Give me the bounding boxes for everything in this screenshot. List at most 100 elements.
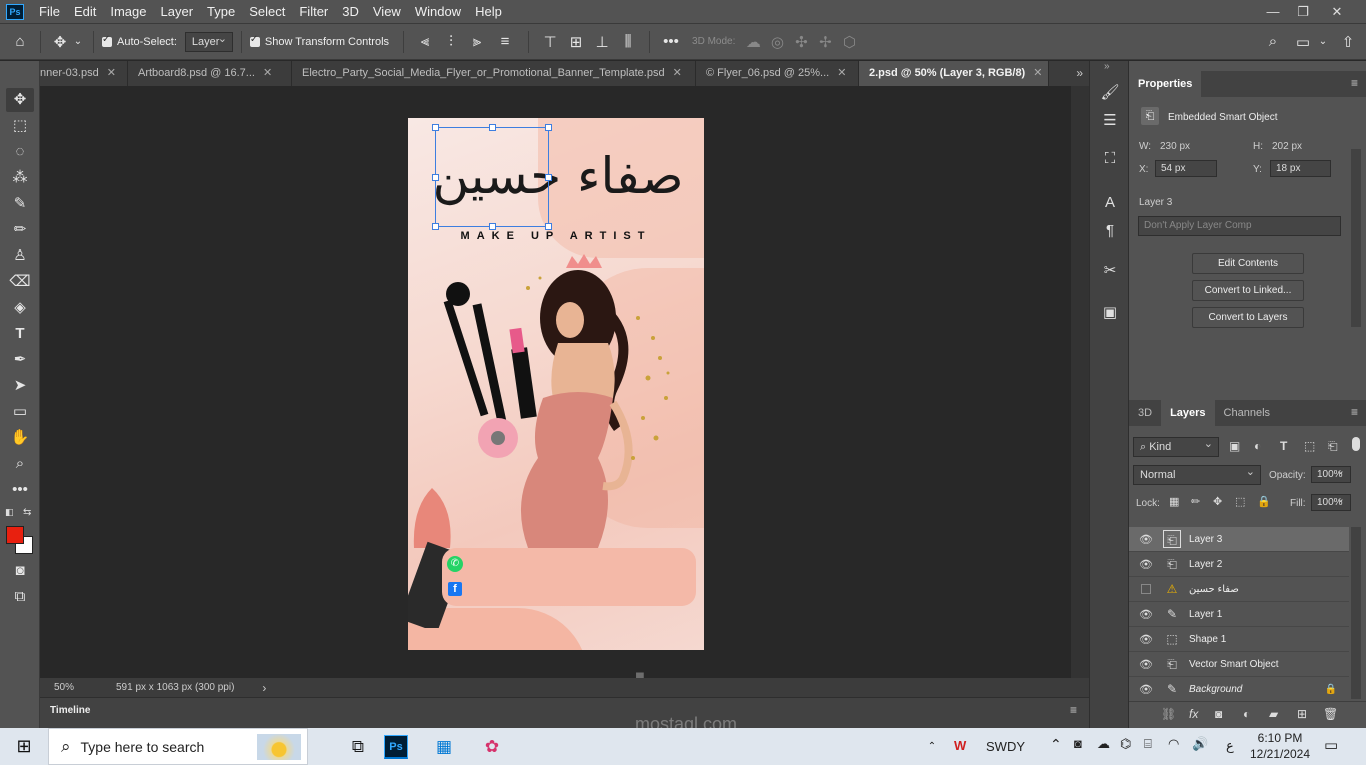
tab-properties[interactable]: Properties: [1129, 71, 1202, 97]
filter-pixel-icon[interactable]: ▣: [1229, 439, 1240, 453]
align-top-icon[interactable]: ⊤: [537, 33, 563, 51]
lock-transparent-icon[interactable]: ▦: [1169, 495, 1179, 508]
tab-doc-2[interactable]: Artboard8.psd @ 16.7... ✕: [128, 61, 292, 86]
navigator-icon[interactable]: ▣: [1098, 301, 1122, 325]
menu-3d[interactable]: 3D: [335, 0, 366, 24]
more-tools-icon[interactable]: •••: [6, 478, 34, 502]
move-tool-icon[interactable]: ✥: [6, 88, 34, 112]
microsoft-store-icon[interactable]: ▦: [420, 737, 468, 757]
tray-wifi-icon[interactable]: ◠: [1168, 736, 1179, 752]
history-brush-icon[interactable]: 🖌: [1098, 81, 1122, 105]
menu-select[interactable]: Select: [242, 0, 292, 24]
close-icon[interactable]: ✕: [1033, 67, 1042, 79]
vertical-scrollbar[interactable]: [1071, 86, 1089, 678]
group-folder-icon[interactable]: ▰: [1269, 707, 1278, 721]
layers-menu-icon[interactable]: ≡: [1351, 405, 1358, 419]
new-layer-icon[interactable]: ⊞: [1297, 707, 1307, 721]
brush-tool-icon[interactable]: ✏: [6, 218, 34, 242]
eye-icon[interactable]: 👁: [1139, 558, 1153, 571]
tabs-overflow-icon[interactable]: »: [1076, 61, 1083, 86]
tools-preset-icon[interactable]: ✂: [1098, 259, 1122, 283]
tab-doc-3[interactable]: Electro_Party_Social_Media_Flyer_or_Prom…: [292, 61, 696, 86]
transform-handle[interactable]: [545, 174, 552, 181]
tray-camera-icon[interactable]: ◙: [1074, 736, 1082, 751]
eye-icon[interactable]: 👁: [1139, 633, 1153, 646]
show-hidden-icons-icon[interactable]: ⌃: [1050, 736, 1062, 753]
transform-handle[interactable]: [545, 124, 552, 131]
trash-icon[interactable]: 🗑: [1323, 707, 1338, 721]
align-bottom-icon[interactable]: ⊥: [589, 33, 615, 51]
quick-select-tool-icon[interactable]: ⁂: [6, 166, 34, 190]
swap-colors-icon[interactable]: ⇆: [23, 507, 31, 518]
minimize-icon[interactable]: —: [1258, 0, 1288, 24]
distribute-vertical-icon[interactable]: ⫼: [615, 33, 641, 50]
character-icon[interactable]: A: [1098, 191, 1122, 215]
quick-mask-icon[interactable]: ◙: [6, 559, 34, 583]
convert-to-linked-button[interactable]: Convert to Linked...: [1192, 280, 1304, 301]
app-icon[interactable]: ✿: [468, 737, 516, 757]
menu-type[interactable]: Type: [200, 0, 242, 24]
tray-network-icon[interactable]: ⌬: [1120, 736, 1131, 752]
canvas-area[interactable]: صفاء حسين MAKE UP ARTIST ✆ f: [40, 86, 1089, 717]
timeline-menu-icon[interactable]: ≡: [1070, 703, 1077, 717]
transform-handle[interactable]: [489, 223, 496, 230]
restore-icon[interactable]: ❐: [1288, 0, 1318, 24]
adjustments-icon[interactable]: ☰: [1098, 109, 1122, 133]
properties-scrollbar[interactable]: [1351, 149, 1361, 327]
zoom-tool-icon[interactable]: ⌕: [6, 452, 34, 476]
menu-file[interactable]: File: [32, 0, 67, 24]
3d-slide-icon[interactable]: ✢: [813, 33, 837, 51]
visibility-off-box[interactable]: [1141, 584, 1151, 594]
auto-select-dropdown[interactable]: Layer: [184, 30, 233, 52]
lasso-tool-icon[interactable]: ◌: [6, 140, 34, 164]
layer-comp-dropdown[interactable]: Don't Apply Layer Comp: [1138, 216, 1341, 236]
layers-scrollbar[interactable]: [1351, 527, 1361, 699]
workspace-chevron-icon[interactable]: ⌄: [1316, 36, 1330, 47]
close-icon[interactable]: ✕: [673, 67, 682, 79]
notifications-icon[interactable]: ▭: [1324, 736, 1338, 754]
tray-label[interactable]: SWDY: [986, 739, 1025, 754]
filter-adjustment-icon[interactable]: ◐: [1254, 439, 1261, 453]
transform-handle[interactable]: [432, 124, 439, 131]
clock-date[interactable]: 12/21/2024: [1245, 747, 1315, 761]
layer-row[interactable]: 👁 ⬚ Shape 1: [1129, 627, 1349, 652]
menu-edit[interactable]: Edit: [67, 0, 103, 24]
lock-all-icon[interactable]: 🔒: [1257, 495, 1271, 508]
transform-controls-checkbox[interactable]: [249, 34, 260, 47]
menu-help[interactable]: Help: [468, 0, 509, 24]
whatsapp-icon[interactable]: ✆: [447, 556, 463, 572]
transform-handle[interactable]: [432, 223, 439, 230]
transform-handle[interactable]: [432, 174, 439, 181]
stamp-tool-icon[interactable]: ♙: [6, 244, 34, 268]
3d-pan-icon[interactable]: ✣: [789, 33, 813, 51]
foreground-color-swatch[interactable]: [6, 526, 24, 544]
layer-row[interactable]: 👁 ⎗ Layer 3: [1129, 527, 1349, 552]
fx-icon[interactable]: fx: [1189, 707, 1198, 721]
close-icon[interactable]: ✕: [263, 67, 272, 79]
filter-smart-icon[interactable]: ⎗: [1328, 439, 1338, 454]
close-icon[interactable]: ✕: [107, 67, 116, 79]
3d-orbit-icon[interactable]: ☁: [741, 33, 765, 51]
align-right-icon[interactable]: ⫸: [464, 33, 490, 50]
menu-filter[interactable]: Filter: [292, 0, 335, 24]
add-mask-icon[interactable]: ◙: [1215, 707, 1222, 721]
tab-3d[interactable]: 3D: [1129, 400, 1161, 426]
libraries-icon[interactable]: ⛶: [1098, 147, 1122, 171]
layer-row[interactable]: 👁 ⎗ Vector Smart Object: [1129, 652, 1349, 677]
layer-row[interactable]: ⚠ صفاء حسين: [1129, 577, 1349, 602]
path-select-icon[interactable]: ➤: [6, 374, 34, 398]
transform-handle[interactable]: [545, 223, 552, 230]
menu-window[interactable]: Window: [408, 0, 468, 24]
lock-position-icon[interactable]: ✥: [1213, 495, 1222, 508]
tab-doc-4[interactable]: © Flyer_06.psd @ 25%... ✕: [696, 61, 859, 86]
crop-eyedropper-icon[interactable]: ✎: [6, 192, 34, 216]
task-view-icon[interactable]: ⧉: [334, 737, 382, 757]
lock-pixels-icon[interactable]: ✏: [1191, 495, 1200, 508]
width-value[interactable]: 230 px: [1160, 141, 1190, 152]
screen-mode-icon[interactable]: ⧉: [6, 585, 34, 609]
y-position-input[interactable]: 18 px: [1270, 160, 1331, 177]
tab-doc-active[interactable]: 2.psd @ 50% (Layer 3, RGB/8) ✕: [859, 61, 1049, 86]
link-layers-icon[interactable]: ⛓: [1161, 707, 1176, 721]
taskbar-photoshop-icon[interactable]: Ps: [384, 734, 408, 759]
status-chevron-icon[interactable]: ›: [262, 681, 266, 695]
